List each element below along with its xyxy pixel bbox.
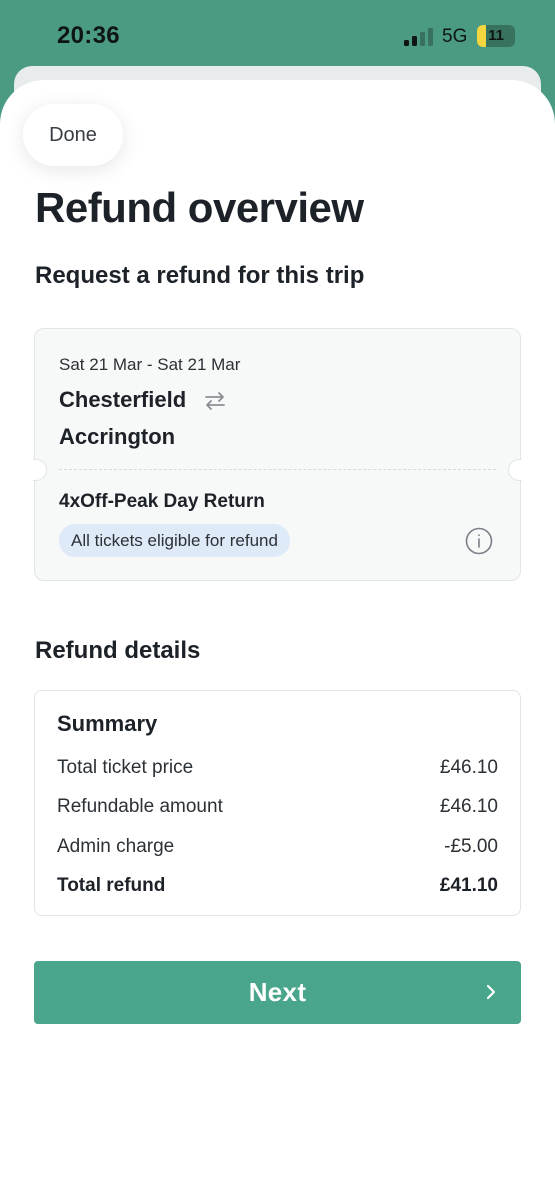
trip-dates: Sat 21 Mar - Sat 21 Mar [59, 355, 241, 374]
trip-origin: Chesterfield [59, 387, 187, 412]
summary-row-label: Total refund [57, 875, 166, 896]
summary-title: Summary [57, 711, 158, 736]
next-button-label: Next [248, 977, 307, 1007]
ticket-notch-left [33, 459, 47, 481]
trip-destination: Accrington [59, 424, 176, 449]
network-type: 5G [442, 26, 468, 47]
summary-row-refundable-amount: Refundable amount £46.10 [57, 796, 498, 822]
summary-row-value: £46.10 [439, 757, 498, 778]
summary-row-value: -£5.00 [444, 836, 498, 857]
summary-row-admin-charge: Admin charge -£5.00 [57, 836, 498, 862]
cellular-signal-icon [404, 28, 436, 46]
done-button[interactable]: Done [23, 104, 123, 166]
summary-row-label: Admin charge [57, 836, 175, 857]
page-title: Refund overview [35, 184, 364, 231]
trip-card[interactable]: Sat 21 Mar - Sat 21 Mar Chesterfield Acc… [33, 328, 522, 581]
summary-card: Summary Total ticket price £46.10 Refund… [34, 690, 521, 916]
summary-row-total-refund: Total refund £41.10 [57, 875, 498, 901]
next-button[interactable]: Next [34, 961, 521, 1024]
page-subtitle: Request a refund for this trip [35, 262, 365, 289]
return-arrows-icon [205, 392, 225, 410]
status-bar: 20:36 5G 11 [0, 0, 555, 68]
summary-row-total-ticket-price: Total ticket price £46.10 [57, 757, 498, 783]
info-icon[interactable] [465, 527, 493, 555]
battery-percent: 11 [488, 27, 504, 44]
ticket-notch-right [508, 459, 522, 481]
summary-row-value: £41.10 [439, 875, 498, 896]
ticket-type: 4xOff-Peak Day Return [59, 491, 265, 512]
summary-row-label: Total ticket price [57, 757, 194, 778]
summary-row-label: Refundable amount [57, 796, 223, 817]
ticket-divider [59, 469, 496, 470]
chevron-right-icon [486, 984, 496, 1000]
status-time: 20:36 [57, 22, 120, 49]
battery-icon: 11 [477, 25, 515, 47]
refund-details-heading: Refund details [35, 637, 201, 664]
summary-row-value: £46.10 [439, 796, 498, 817]
eligibility-badge: All tickets eligible for refund [59, 524, 290, 557]
